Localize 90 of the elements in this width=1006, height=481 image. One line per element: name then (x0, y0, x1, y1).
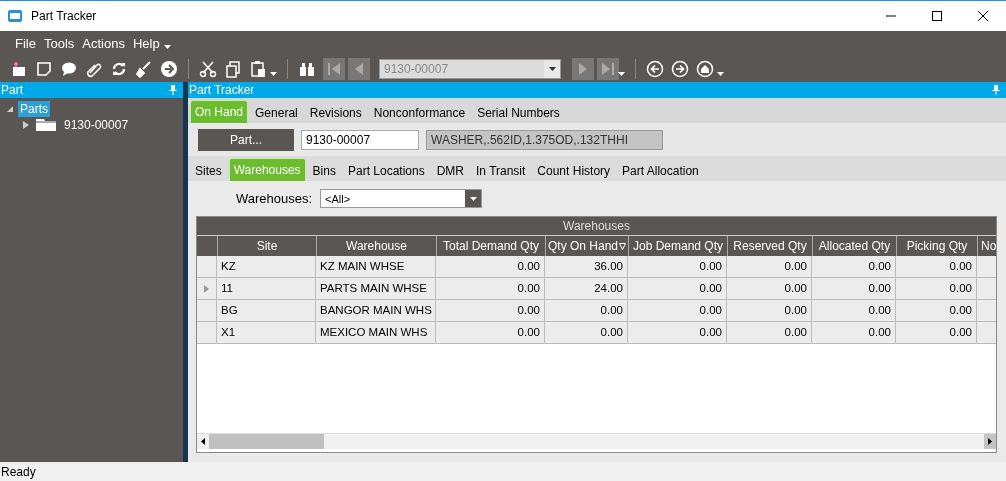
table-cell: 0.00 (545, 322, 628, 343)
table-cell: BANGOR MAIN WHS (316, 300, 436, 321)
menu-item[interactable]: File (15, 35, 36, 51)
table-cell: 0.00 (896, 322, 977, 343)
scissors-icon[interactable] (199, 59, 217, 78)
tab[interactable]: Part Locations (342, 161, 430, 181)
dropdown-arrow-icon[interactable] (469, 196, 477, 201)
table-cell: 0.00 (727, 322, 812, 343)
panel-title: Part (1, 83, 23, 97)
tab[interactable]: Count History (532, 161, 616, 181)
pin-icon[interactable] (992, 85, 1000, 95)
tab[interactable]: General (250, 103, 303, 123)
table-cell: 0.00 (436, 300, 545, 321)
arrow-right-icon[interactable] (160, 59, 178, 78)
table-cell: 0.00 (628, 322, 727, 343)
caret-icon[interactable] (163, 45, 171, 49)
warehouses-dropdown[interactable]: <All> (320, 189, 483, 208)
previous-record-icon[interactable] (348, 57, 370, 80)
table-cell: 36.00 (545, 256, 628, 277)
folder-icon (36, 119, 56, 131)
maximize-icon[interactable] (931, 10, 943, 22)
table-cell: 0.00 (727, 256, 812, 277)
part-number-field[interactable]: 9130-00007 (301, 129, 419, 150)
close-icon[interactable] (977, 10, 989, 22)
table-cell: 0.00 (812, 278, 896, 299)
part-button[interactable]: Part... (198, 128, 294, 151)
table-cell: 0.00 (436, 322, 545, 343)
table-cell: 0.00 (436, 278, 545, 299)
note-icon[interactable] (35, 59, 53, 78)
dropdown-arrow-icon[interactable] (548, 66, 556, 71)
copy-icon[interactable] (224, 59, 242, 78)
horizontal-scrollbar[interactable] (197, 433, 996, 449)
description-field: WASHER,.562ID,1.375OD,.132THHI (426, 129, 663, 150)
field-label: Warehouses: (236, 191, 313, 206)
caret-icon[interactable] (618, 72, 625, 76)
status-text: Ready (1, 464, 36, 479)
app-icon (7, 9, 23, 23)
menu-item[interactable]: Tools (43, 35, 75, 51)
forward-icon[interactable] (671, 59, 689, 78)
tab[interactable]: DMR (431, 161, 469, 181)
filter-icon[interactable] (619, 242, 626, 250)
table-cell: 0.00 (727, 278, 812, 299)
table-cell: 0.00 (545, 300, 628, 321)
caret-icon[interactable] (270, 72, 277, 76)
tab[interactable]: Bins (307, 161, 341, 181)
table-cell: 0.00 (628, 256, 727, 277)
table-cell: 0.00 (436, 256, 545, 277)
table-cell: 0.00 (812, 322, 896, 343)
table-cell: BG (217, 300, 316, 321)
menu-item[interactable]: Help (132, 35, 160, 51)
table-cell: 0.00 (628, 278, 727, 299)
table-cell: KZ MAIN WHSE (316, 256, 436, 277)
table-cell: PARTS MAIN WHSE (316, 278, 436, 299)
table-cell: KZ (217, 256, 316, 277)
table-cell: 0.00 (727, 300, 812, 321)
tab[interactable]: Nonconformance (368, 103, 471, 123)
table-cell: MEXICO MAIN WHS (316, 322, 436, 343)
home-icon[interactable] (696, 59, 714, 78)
tree-item[interactable]: 9130-00007 (62, 117, 131, 133)
tab[interactable]: Revisions (304, 103, 367, 123)
paste-icon[interactable] (249, 59, 267, 78)
tab[interactable]: Serial Numbers (472, 103, 565, 123)
menu-item[interactable]: Actions (82, 35, 125, 51)
expander-icon[interactable] (6, 105, 14, 113)
table-cell: X1 (217, 322, 316, 343)
grid-title: Warehouses (197, 217, 996, 236)
tab[interactable]: Part Allocation (617, 161, 704, 181)
next-record-icon[interactable] (572, 57, 594, 80)
table-cell: 0.00 (812, 256, 896, 277)
table-cell: 24.00 (545, 278, 628, 299)
table-cell: 0.00 (896, 300, 977, 321)
table-cell: 0.00 (628, 300, 727, 321)
panel-title: Part Tracker (189, 83, 255, 97)
caret-icon[interactable] (717, 72, 724, 76)
expander-icon[interactable] (22, 120, 30, 130)
scroll-right-icon[interactable] (984, 434, 996, 449)
current-row-icon (204, 284, 209, 293)
tab[interactable]: Sites (190, 161, 227, 181)
last-record-icon[interactable] (597, 57, 619, 80)
pin-icon[interactable] (169, 85, 177, 95)
back-icon[interactable] (646, 59, 664, 78)
first-record-icon[interactable] (323, 57, 345, 80)
table-cell: 0.00 (812, 300, 896, 321)
window-title: Part Tracker (31, 9, 97, 23)
table-cell: 11 (217, 278, 316, 299)
table-cell: 0.00 (896, 278, 977, 299)
broom-icon[interactable] (135, 59, 153, 78)
new-icon[interactable] (10, 59, 28, 78)
table-cell: 0.00 (896, 256, 977, 277)
tab[interactable]: In Transit (471, 161, 531, 181)
